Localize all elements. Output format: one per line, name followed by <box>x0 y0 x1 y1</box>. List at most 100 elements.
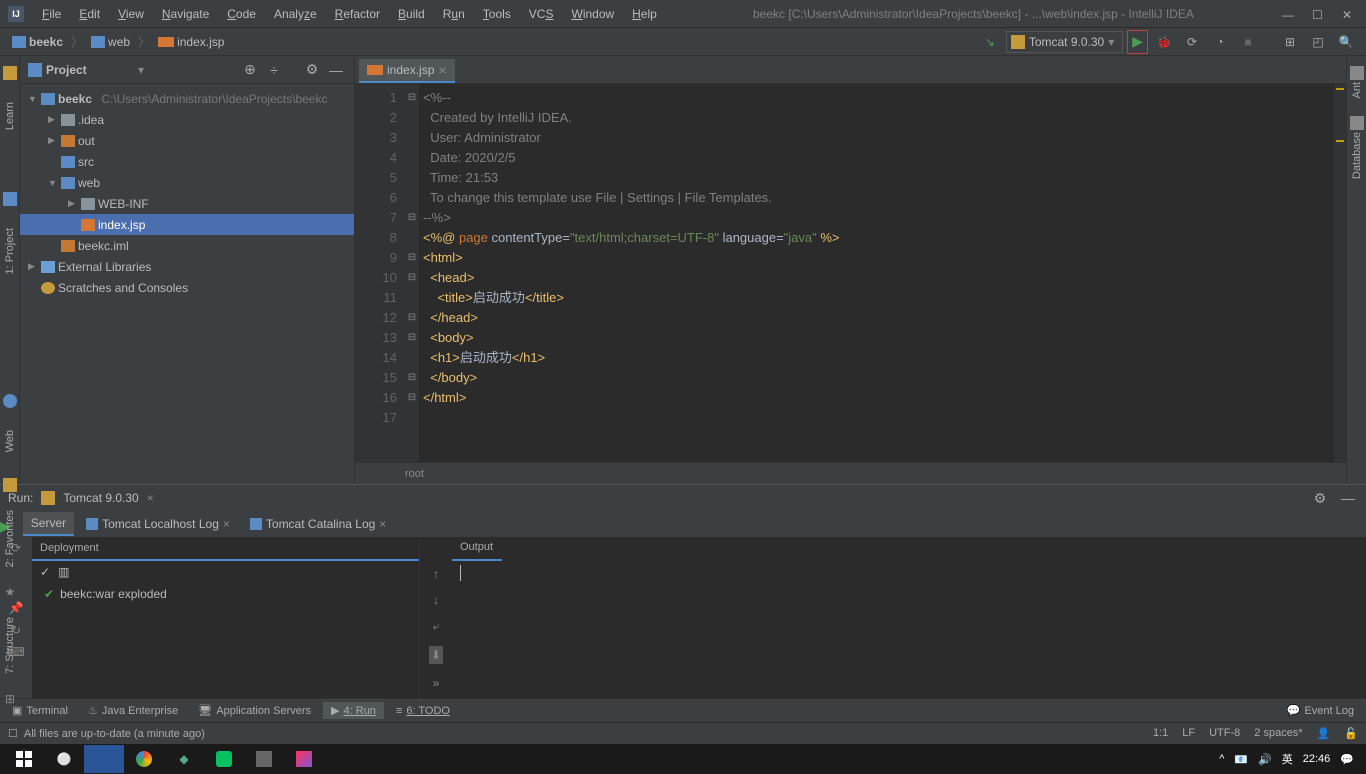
search-icon[interactable]: ⚪ <box>44 745 84 773</box>
line-ending[interactable]: LF <box>1182 727 1195 740</box>
tree-libs[interactable]: ▶External Libraries <box>20 256 354 277</box>
soft-wrap-icon[interactable]: ⤶ <box>433 619 440 634</box>
deploy-remove-icon[interactable]: ▥ <box>58 565 69 579</box>
tab-run[interactable]: ▶ 4: Run <box>323 702 384 719</box>
tab-todo[interactable]: ≡ 6: TODO <box>388 703 458 719</box>
debug-button[interactable]: 🐞 <box>1152 30 1176 54</box>
tab-java-enterprise[interactable]: ♨ Java Enterprise <box>80 702 186 719</box>
stop-button[interactable]: ■ <box>1236 30 1260 54</box>
breadcrumb-file[interactable]: index.jsp <box>154 33 228 51</box>
fold-gutter[interactable]: ⊟ ⊟⊟⊟⊟ ⊟⊟⊟ <box>405 84 419 462</box>
tree-webinf[interactable]: ▶WEB-INF <box>20 193 354 214</box>
breadcrumb-root[interactable]: beekc <box>8 33 67 51</box>
close-icon[interactable]: ✕ <box>1342 8 1354 20</box>
favorites-tab[interactable]: 2: Favorites <box>4 508 16 569</box>
web-icon[interactable] <box>3 394 17 408</box>
app-icon-1[interactable]: ◆ <box>164 745 204 773</box>
input-method-icon[interactable]: 📧 <box>1234 753 1248 766</box>
wechat-icon[interactable] <box>204 745 244 773</box>
code-content[interactable]: <%-- Created by IntelliJ IDEA. User: Adm… <box>419 84 1346 462</box>
web-tab[interactable]: Web <box>4 428 16 454</box>
structure-tab[interactable]: 7: Structure <box>4 615 16 676</box>
ant-icon[interactable] <box>1350 66 1364 80</box>
menu-run[interactable]: Run <box>435 4 473 24</box>
tree-idea[interactable]: ▶.idea <box>20 109 354 130</box>
build-icon[interactable]: ↘ <box>978 30 1002 54</box>
inspector-icon[interactable]: 👤 <box>1317 727 1331 740</box>
project-icon[interactable] <box>3 192 17 206</box>
tree-scratches[interactable]: Scratches and Consoles <box>20 277 354 298</box>
collapse-icon[interactable]: ÷ <box>264 60 284 80</box>
run-tab-server[interactable]: Server <box>23 512 74 536</box>
output-content[interactable] <box>452 561 1366 588</box>
scroll-bar[interactable] <box>1334 84 1346 462</box>
menu-edit[interactable]: Edit <box>71 4 108 24</box>
run-settings-icon[interactable]: ⚙ <box>1310 488 1330 508</box>
tab-event-log[interactable]: 💬 Event Log <box>1279 702 1362 719</box>
close-run-tab-icon[interactable]: × <box>147 491 154 505</box>
volume-icon[interactable]: 🔊 <box>1258 753 1272 766</box>
project-tree[interactable]: ▼beekc C:\Users\Administrator\IdeaProjec… <box>20 84 354 484</box>
menu-vcs[interactable]: VCS <box>521 4 562 24</box>
settings-icon[interactable]: ⚙ <box>302 60 322 80</box>
menu-file[interactable]: File <box>34 4 69 24</box>
tab-app-servers[interactable]: 🖥 Application Servers <box>190 702 319 719</box>
coverage-button[interactable]: ⟳ <box>1180 30 1204 54</box>
chrome-icon[interactable] <box>124 745 164 773</box>
project-tab[interactable]: 1: Project <box>4 226 16 276</box>
deploy-add-icon[interactable]: ✓ <box>40 565 50 579</box>
learn-tab[interactable]: Learn <box>4 100 16 132</box>
search-button[interactable]: 🔍 <box>1334 30 1358 54</box>
hide-icon[interactable]: — <box>326 60 346 80</box>
explorer-icon[interactable] <box>84 745 124 773</box>
tree-out[interactable]: ▶out <box>20 130 354 151</box>
intellij-taskbar-icon[interactable] <box>284 745 324 773</box>
more-icon[interactable]: » <box>433 676 440 690</box>
menu-view[interactable]: View <box>110 4 152 24</box>
structure-button[interactable]: ⊞ <box>1278 30 1302 54</box>
run-hide-icon[interactable]: — <box>1338 488 1358 508</box>
breadcrumb-web[interactable]: web <box>87 33 134 51</box>
deployment-artifact[interactable]: ✔ beekc:war exploded <box>32 583 419 605</box>
ant-tab[interactable]: Ant <box>1351 80 1363 101</box>
start-button[interactable] <box>4 745 44 773</box>
menu-window[interactable]: Window <box>563 4 622 24</box>
maximize-icon[interactable]: ☐ <box>1312 8 1324 20</box>
encoding[interactable]: UTF-8 <box>1209 727 1240 740</box>
indent[interactable]: 2 spaces* <box>1254 727 1302 740</box>
tab-close-icon[interactable]: × <box>438 62 446 78</box>
cursor-position[interactable]: 1:1 <box>1153 727 1168 740</box>
scroll-down-icon[interactable]: ↓ <box>433 593 439 607</box>
menu-build[interactable]: Build <box>390 4 433 24</box>
run-tab-localhost-log[interactable]: Tomcat Localhost Log× <box>78 513 238 535</box>
menu-analyze[interactable]: Analyze <box>266 4 325 24</box>
tray-up-icon[interactable]: ^ <box>1219 753 1224 765</box>
scroll-end-icon[interactable]: ⬇ <box>429 646 443 664</box>
scroll-up-icon[interactable]: ↑ <box>433 567 439 581</box>
target-icon[interactable]: ⊕ <box>240 60 260 80</box>
menu-navigate[interactable]: Navigate <box>154 4 217 24</box>
tree-web[interactable]: ▼web <box>20 172 354 193</box>
menu-code[interactable]: Code <box>219 4 264 24</box>
run-button[interactable]: ▶ <box>1132 33 1143 50</box>
fullscreen-button[interactable]: ◰ <box>1306 30 1330 54</box>
run-tab-catalina-log[interactable]: Tomcat Catalina Log× <box>242 513 394 535</box>
tree-iml[interactable]: beekc.iml <box>20 235 354 256</box>
lock-icon[interactable]: 🔓 <box>1344 727 1358 740</box>
structure-icon[interactable]: ⊞ <box>5 692 15 706</box>
menu-tools[interactable]: Tools <box>475 4 519 24</box>
tree-index-jsp[interactable]: index.jsp <box>20 214 354 235</box>
menu-refactor[interactable]: Refactor <box>327 4 388 24</box>
panel-title[interactable]: Project <box>46 63 134 77</box>
app-icon-2[interactable] <box>244 745 284 773</box>
profile-button[interactable]: ◔ <box>1208 30 1232 54</box>
database-tab[interactable]: Database <box>1351 130 1363 181</box>
minimize-icon[interactable]: — <box>1282 8 1294 20</box>
database-icon[interactable] <box>1350 116 1364 130</box>
code-editor[interactable]: 12345678 91011121314151617 ⊟ ⊟⊟⊟⊟ ⊟⊟⊟ <%… <box>355 84 1346 462</box>
notification-icon[interactable]: 💬 <box>1340 753 1354 766</box>
tree-root[interactable]: ▼beekc C:\Users\Administrator\IdeaProjec… <box>20 88 354 109</box>
favorites-icon[interactable] <box>3 478 17 492</box>
learn-icon[interactable] <box>3 66 17 80</box>
run-config-select[interactable]: Tomcat 9.0.30▾ <box>1006 31 1123 53</box>
